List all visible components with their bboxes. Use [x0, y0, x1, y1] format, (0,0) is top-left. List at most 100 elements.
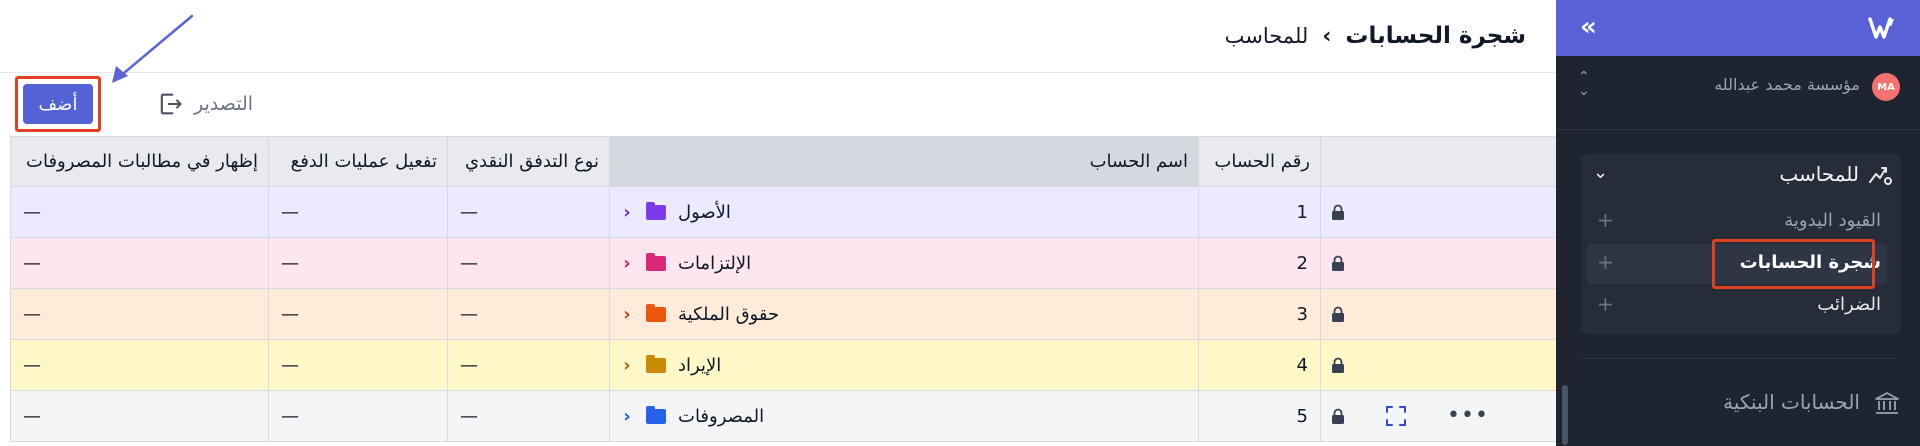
- column-header-actions: [1320, 136, 1557, 187]
- breadcrumb: للمحاسب › شجرة الحسابات: [1225, 18, 1526, 54]
- cell-account-name: ‹ الإيراد: [609, 339, 1199, 391]
- lock-icon: [1332, 255, 1344, 271]
- cell-account-number: 3: [1198, 288, 1321, 340]
- sidebar-top-bar: «: [1556, 0, 1920, 56]
- export-icon: [160, 93, 182, 115]
- cell-account-number: 2: [1198, 237, 1321, 289]
- fullscreen-icon[interactable]: [1385, 405, 1407, 427]
- table-row[interactable]: — — — ‹ حقوق الملكية 3: [10, 288, 1557, 340]
- cell-actions: [1320, 339, 1557, 391]
- sidebar-group-header[interactable]: للمحاسب ⌄: [1581, 154, 1901, 198]
- cell-expense-claims: —: [10, 288, 269, 340]
- chevron-up-down-icon[interactable]: ⌃ ⌄: [1578, 70, 1590, 98]
- export-button[interactable]: التصدير: [156, 89, 253, 119]
- expand-chevron-icon[interactable]: ‹: [620, 202, 634, 223]
- cell-payments: —: [268, 390, 448, 442]
- cell-cash-flow: —: [447, 288, 610, 340]
- expand-chevron-icon[interactable]: ‹: [620, 253, 634, 274]
- column-header-expense-claims[interactable]: إظهار في مطالبات المصروفات: [10, 136, 269, 187]
- cell-account-name: ‹ المصروفات: [609, 390, 1199, 442]
- bank-icon: [1875, 392, 1899, 414]
- breadcrumb-chevron-icon: ›: [1322, 23, 1332, 49]
- more-options-icon[interactable]: •••: [1447, 405, 1489, 427]
- cell-cash-flow: —: [447, 339, 610, 391]
- table-row[interactable]: — — — ‹ المصروفات 5 •••: [10, 390, 1557, 442]
- cell-expense-claims: —: [10, 237, 269, 289]
- cell-account-number: 4: [1198, 339, 1321, 391]
- folder-icon: [646, 405, 666, 424]
- export-label: التصدير: [194, 93, 254, 115]
- expand-chevron-icon[interactable]: ‹: [620, 406, 634, 427]
- organization-name: مؤسسة محمد عبدالله: [1714, 75, 1860, 94]
- cell-account-name: ‹ الإلتزامات: [609, 237, 1199, 289]
- cell-payments: —: [268, 339, 448, 391]
- sidebar-item-label: الضرائب: [1817, 294, 1881, 315]
- folder-icon: [646, 252, 666, 271]
- sidebar-scrollbar[interactable]: [1562, 385, 1568, 445]
- account-name[interactable]: الإلتزامات: [678, 253, 751, 274]
- table-row[interactable]: — — — ‹ الأصول 1: [10, 186, 1557, 238]
- sidebar-divider: [1581, 358, 1896, 359]
- cell-actions: [1320, 186, 1557, 238]
- collapse-sidebar-icon[interactable]: «: [1580, 12, 1597, 42]
- sidebar-item-taxes[interactable]: الضرائب +: [1587, 286, 1887, 326]
- lock-icon: [1332, 306, 1344, 322]
- table-row[interactable]: — — — ‹ الإلتزامات 2: [10, 237, 1557, 289]
- column-header-account-number[interactable]: رقم الحساب: [1198, 136, 1321, 187]
- avatar: MA: [1872, 73, 1900, 101]
- accounts-table: إظهار في مطالبات المصروفات تفعيل عمليات …: [10, 136, 1557, 442]
- cell-actions: [1320, 288, 1557, 340]
- sidebar-group-title: للمحاسب: [1779, 162, 1859, 186]
- cell-payments: —: [268, 186, 448, 238]
- chevron-down-icon[interactable]: ⌄: [1593, 162, 1608, 183]
- cell-payments: —: [268, 288, 448, 340]
- column-header-account-name[interactable]: اسم الحساب: [609, 136, 1199, 187]
- sidebar-item-label: الحسابات البنكية: [1723, 390, 1860, 414]
- lock-icon: [1332, 408, 1344, 424]
- accounts-table-wrapper: إظهار في مطالبات المصروفات تفعيل عمليات …: [10, 136, 1557, 442]
- account-name[interactable]: الإيراد: [678, 355, 721, 376]
- account-name[interactable]: الأصول: [678, 202, 731, 223]
- plus-icon[interactable]: +: [1597, 250, 1614, 274]
- cell-cash-flow: —: [447, 186, 610, 238]
- cell-payments: —: [268, 237, 448, 289]
- cell-expense-claims: —: [10, 390, 269, 442]
- page-title: شجرة الحسابات: [1345, 23, 1526, 49]
- cell-account-number: 1: [1198, 186, 1321, 238]
- breadcrumb-parent-link[interactable]: للمحاسب: [1225, 24, 1309, 48]
- sidebar-item-label: القيود اليدوية: [1784, 210, 1881, 231]
- cell-cash-flow: —: [447, 390, 610, 442]
- cell-cash-flow: —: [447, 237, 610, 289]
- table-row[interactable]: — — — ‹ الإيراد 4: [10, 339, 1557, 391]
- account-name[interactable]: حقوق الملكية: [678, 304, 779, 325]
- main-content: للمحاسب › شجرة الحسابات أضف التصدير إظها…: [0, 0, 1557, 446]
- cell-expense-claims: —: [10, 186, 269, 238]
- w-logo-icon: [1868, 17, 1894, 39]
- column-header-cash-flow-type[interactable]: نوع التدفق النقدي: [447, 136, 610, 187]
- sidebar: « MA مؤسسة محمد عبدالله ⌃ ⌄ للمحاسب ⌄ الق…: [1556, 0, 1920, 446]
- folder-icon: [646, 201, 666, 220]
- account-name[interactable]: المصروفات: [678, 406, 764, 427]
- cell-account-name: ‹ الأصول: [609, 186, 1199, 238]
- plus-icon[interactable]: +: [1597, 292, 1614, 316]
- sidebar-item-manual-entries[interactable]: القيود اليدوية +: [1587, 202, 1887, 242]
- organization-switcher[interactable]: MA مؤسسة محمد عبدالله ⌃ ⌄: [1556, 56, 1920, 130]
- sidebar-item-bank-accounts[interactable]: الحسابات البنكية: [1556, 386, 1920, 420]
- cell-expense-claims: —: [10, 339, 269, 391]
- column-header-enable-payments[interactable]: تفعيل عمليات الدفع: [268, 136, 448, 187]
- cell-actions: [1320, 237, 1557, 289]
- table-header-row: إظهار في مطالبات المصروفات تفعيل عمليات …: [10, 136, 1557, 187]
- expand-chevron-icon[interactable]: ‹: [620, 304, 634, 325]
- active-item-highlight: [1712, 239, 1875, 289]
- expand-chevron-icon[interactable]: ‹: [620, 355, 634, 376]
- lock-icon: [1332, 204, 1344, 220]
- cell-account-number: 5: [1198, 390, 1321, 442]
- folder-icon: [646, 303, 666, 322]
- cell-actions: •••: [1320, 390, 1557, 442]
- accounting-chart-icon: [1869, 167, 1892, 185]
- annotation-arrow-icon: [112, 14, 194, 83]
- add-button[interactable]: أضف: [23, 84, 93, 124]
- folder-icon: [646, 354, 666, 373]
- lock-icon: [1332, 357, 1344, 373]
- plus-icon[interactable]: +: [1597, 208, 1614, 232]
